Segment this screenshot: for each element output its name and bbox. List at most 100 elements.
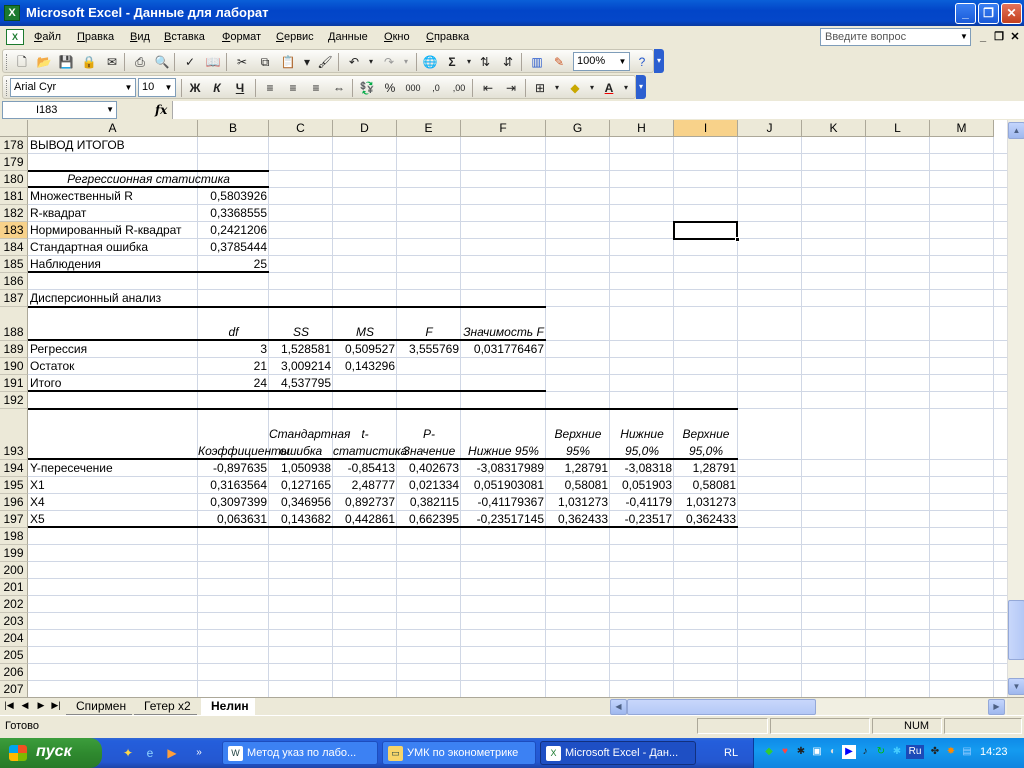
cell-E194[interactable]: 0,402673	[397, 460, 461, 477]
column-header[interactable]: J	[738, 120, 802, 137]
font-size-select[interactable]: 10 ▼	[138, 78, 176, 97]
input-language-icon[interactable]: Ru	[906, 745, 924, 759]
sheet-tab-active[interactable]: Нелин	[201, 698, 255, 715]
vertical-scrollbar[interactable]: ▲ ▼	[1007, 120, 1024, 697]
cut-icon[interactable]: ✂	[233, 53, 251, 71]
row-header[interactable]: 197	[0, 511, 28, 528]
cell-B189[interactable]: 3	[198, 341, 269, 358]
zoom-select[interactable]: 100% ▼	[573, 52, 630, 71]
copy-icon[interactable]: ⧉	[256, 53, 274, 71]
toolbar-grip[interactable]	[6, 54, 9, 70]
column-header[interactable]: I	[674, 120, 738, 137]
cell-B193[interactable]: Коэффициенты	[198, 409, 290, 460]
row-header[interactable]: 178	[0, 137, 28, 154]
cell-A190[interactable]: Остаток	[30, 358, 74, 375]
cell-D194[interactable]: -0,85413	[333, 460, 397, 477]
chevron-down-icon[interactable]: ▾	[397, 53, 415, 71]
decrease-indent-icon[interactable]: ⇤	[479, 79, 497, 97]
undo-icon[interactable]: ↶	[345, 53, 363, 71]
first-sheet-icon[interactable]: |◀	[3, 700, 15, 711]
sheet-tab[interactable]: Спирмен	[66, 698, 133, 715]
maximize-button[interactable]: ❐	[978, 3, 999, 24]
cell-F195[interactable]: 0,051903081	[461, 477, 546, 494]
cell-B196[interactable]: 0,3097399	[198, 494, 269, 511]
toolbar-grip[interactable]	[6, 80, 9, 96]
cell-E189[interactable]: 3,555769	[397, 341, 461, 358]
scroll-down-icon[interactable]: ▼	[1008, 678, 1024, 695]
decrease-decimal-icon[interactable]: ,00	[450, 79, 468, 97]
language-indicator[interactable]: RL	[724, 747, 738, 759]
permission-icon[interactable]: 🔒	[80, 53, 98, 71]
insert-function-icon[interactable]: fx	[155, 103, 167, 117]
spider-icon[interactable]: ✱	[794, 745, 808, 759]
chevron-down-icon[interactable]: ▾	[548, 79, 566, 97]
row-header[interactable]: 191	[0, 375, 28, 392]
sort-ascending-icon[interactable]: ⇅	[476, 53, 494, 71]
cell-A184[interactable]: Стандартная ошибка	[30, 239, 148, 256]
column-header[interactable]: C	[269, 120, 333, 137]
cell-B195[interactable]: 0,3163564	[198, 477, 269, 494]
cell-D193[interactable]: t-статистика	[333, 409, 407, 460]
vertical-scroll-thumb[interactable]	[1008, 600, 1024, 660]
column-header[interactable]: F	[461, 120, 546, 137]
column-header[interactable]: M	[930, 120, 994, 137]
borders-icon[interactable]: ⊞	[531, 79, 549, 97]
cell-B181[interactable]: 0,5803926	[198, 188, 269, 205]
increase-indent-icon[interactable]: ⇥	[502, 79, 520, 97]
update-icon[interactable]: ↻	[874, 745, 888, 759]
ask-question-input[interactable]: Введите вопрос	[820, 28, 971, 46]
cell-G196[interactable]: 1,031273	[546, 494, 610, 511]
print-preview-icon[interactable]: 🔍	[153, 53, 171, 71]
worksheet-grid[interactable]: A B C D E F G H I J K L M 178 179 180 181 182 183 184 185 186…	[0, 120, 1007, 697]
cell-C190[interactable]: 3,009214	[269, 358, 333, 375]
column-header[interactable]: B	[198, 120, 269, 137]
workbook-icon[interactable]: X	[6, 29, 24, 45]
menu-tools[interactable]: Сервис	[276, 31, 314, 43]
cell-H196[interactable]: -0,41179	[610, 494, 674, 511]
chevron-down-icon[interactable]: ▼	[106, 102, 114, 118]
research-icon[interactable]: 📖	[204, 53, 222, 71]
task-folder[interactable]: ▭ УМК по эконометрике	[382, 741, 536, 765]
scroll-right-icon[interactable]: ▶	[988, 699, 1005, 715]
sheet-tab[interactable]: Гетер x2	[134, 698, 197, 715]
cell-C194[interactable]: 1,050938	[269, 460, 333, 477]
align-center-icon[interactable]: ≡	[284, 79, 302, 97]
menu-insert[interactable]: Вставка	[164, 31, 205, 43]
row-header[interactable]: 190	[0, 358, 28, 375]
cell-A194[interactable]: Y-пересечение	[30, 460, 113, 477]
media-player-icon[interactable]: ▶	[164, 745, 180, 761]
toolbar-options-icon[interactable]: ▾	[636, 75, 646, 99]
font-color-icon[interactable]: A	[600, 79, 618, 97]
doc-minimize-button[interactable]: _	[976, 30, 990, 44]
cell-F193[interactable]: Нижние 95%	[461, 409, 546, 460]
minimize-button[interactable]: _	[955, 3, 976, 24]
sort-descending-icon[interactable]: ⇵	[499, 53, 517, 71]
column-header[interactable]: A	[28, 120, 198, 137]
merge-center-icon[interactable]: ⇔	[330, 79, 348, 97]
name-box[interactable]: I183 ▼	[2, 101, 117, 119]
new-document-icon[interactable]: 🗋	[13, 53, 31, 71]
volume-icon[interactable]: ◐	[826, 745, 840, 759]
media-icon[interactable]: ▶	[842, 745, 856, 759]
increase-decimal-icon[interactable]: ,0	[427, 79, 445, 97]
cell-A189[interactable]: Регрессия	[30, 341, 87, 358]
cell-D188[interactable]: MS	[333, 307, 397, 341]
tray-app-icon[interactable]: ✸	[944, 745, 958, 759]
help-icon[interactable]: ?	[633, 53, 651, 71]
cell-E193[interactable]: P-Значение	[397, 409, 461, 460]
cell-A183[interactable]: Нормированный R-квадрат	[30, 222, 182, 239]
row-header[interactable]: 196	[0, 494, 28, 511]
fill-color-icon[interactable]: ◆	[566, 79, 584, 97]
scroll-left-icon[interactable]: ◀	[610, 699, 627, 715]
row-header[interactable]: 207	[0, 681, 28, 697]
cell-I196[interactable]: 1,031273	[674, 494, 738, 511]
cell-C195[interactable]: 0,127165	[269, 477, 333, 494]
select-all-button[interactable]	[0, 120, 28, 137]
row-header[interactable]: 189	[0, 341, 28, 358]
print-icon[interactable]: ⎙	[131, 53, 149, 71]
cell-I193[interactable]: Верхние 95,0%	[674, 409, 738, 460]
menu-help[interactable]: Справка	[426, 31, 469, 43]
chart-wizard-icon[interactable]: ▥	[528, 53, 546, 71]
row-header[interactable]: 187	[0, 290, 28, 307]
cell-C193[interactable]: Стандартная ошибка	[269, 409, 350, 460]
